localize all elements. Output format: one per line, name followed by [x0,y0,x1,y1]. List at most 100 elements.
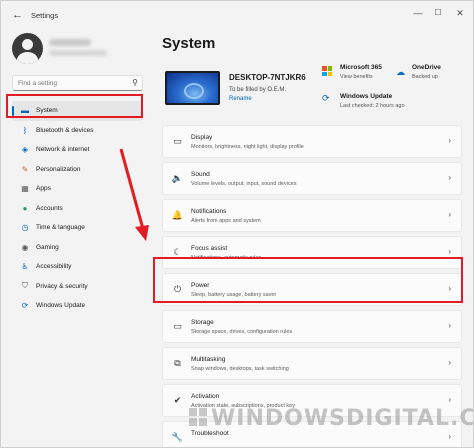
rename-link[interactable]: Rename [229,96,252,102]
sidebar-item-bluetooth-devices[interactable]: ᛒ Bluetooth & devices [12,121,143,141]
card-title: Multitasking [191,356,226,363]
windows-update-icon[interactable]: ⟳ [322,93,330,104]
settings-card-storage[interactable]: ▭ Storage Storage space, drives, configura… [162,310,462,343]
sidebar-item-privacy-security[interactable]: ⛉ Privacy & security [12,277,143,297]
multitask-icon: ⧉ [174,358,181,368]
device-thumbnail [165,71,220,105]
watermark-logo-icon [189,408,207,426]
avatar-head [22,39,33,50]
settings-card-display[interactable]: ▭ Display Monitors, brightness, night ligh… [162,125,462,158]
sidebar-item-label: Apps [36,185,51,193]
device-subtitle: To be filled by O.E.M. [229,87,287,93]
wifi-icon: ◈ [21,145,29,155]
chevron-right-icon: › [448,358,451,367]
ms-square-red [322,66,327,71]
card-title: Sound [191,171,210,178]
sidebar-item-label: Bluetooth & devices [36,126,94,134]
card-subtitle: Volume levels, output, input, sound devi… [191,181,297,187]
red-arrow-annotation [119,148,149,241]
windows-bloom-wallpaper [184,83,204,99]
microsoft-365-icon[interactable] [322,66,332,76]
bell-icon: 🔔 [171,210,184,220]
maximize-button[interactable]: ☐ [429,8,447,17]
minimize-button[interactable]: — [409,8,427,18]
wrench-icon: 🔧 [171,432,184,442]
sidebar-item-label: Personalization [36,165,81,173]
sidebar-item-label: Time & language [36,224,85,232]
ms-square-yellow [327,71,332,76]
person-icon: ● [22,203,28,213]
card-title: Activation [191,393,220,400]
watermark-text: WINDOWSDIGITAL.COM [211,406,473,431]
sidebar-item-label: Gaming [36,243,59,251]
watermark-logo-square-3 [189,418,197,426]
ms-square-blue [322,71,327,76]
title-bar: ← Settings — ☐ ✕ [1,1,473,29]
onedrive-icon[interactable]: ☁ [396,67,405,78]
ms-square-green [327,66,332,71]
device-name: DESKTOP-7NTJKR6 [229,73,306,82]
sidebar-item-label: Accounts [36,204,63,212]
settings-window: ← Settings — ☐ ✕ ⚲ ▬SystemᛒBluetooth & d… [0,0,474,448]
sidebar-item-label: Accessibility [36,263,72,271]
red-arrow-shaft [119,148,145,230]
accessibility-icon: ♿ [21,262,29,272]
ms365-title[interactable]: Microsoft 365 [340,64,382,71]
onedrive-title[interactable]: OneDrive [412,64,441,71]
red-arrow-head [135,225,149,241]
shield-icon: ⛉ [22,281,28,291]
chevron-right-icon: › [448,210,451,219]
sidebar-item-label: Windows Update [36,302,86,310]
check-circle-icon: ✔ [173,395,182,405]
globe-clock-icon: ◷ [21,223,29,233]
speaker-icon: 🔈 [171,173,184,183]
card-subtitle: Alerts from apps and system [191,218,261,224]
sidebar-item-label: Network & internet [36,146,90,154]
card-title: Storage [191,319,214,326]
card-subtitle: Storage space, drives, configuration rul… [191,329,293,335]
card-title: Display [191,134,213,141]
search-icon[interactable]: ⚲ [132,78,138,87]
sidebar-item-label: Privacy & security [36,282,88,290]
blurred-user-name [49,39,91,46]
storage-icon: ▭ [173,321,182,331]
back-arrow-icon[interactable]: ← [12,9,23,21]
chevron-right-icon: › [448,136,451,145]
display-icon: ▭ [173,136,182,146]
update-icon: ⟳ [21,301,29,311]
watermark-logo-square-1 [189,408,197,416]
page-title: System [162,35,216,52]
watermark-logo-square-4 [199,418,207,426]
card-title: Focus assist [191,245,228,252]
bluetooth-icon: ᛒ [22,125,28,135]
blurred-user-email [49,50,107,56]
sidebar-item-accessibility[interactable]: ♿ Accessibility [12,257,143,277]
chevron-right-icon: › [448,395,451,404]
highlight-box-power [153,257,463,303]
chevron-right-icon: › [448,321,451,330]
search-input[interactable] [18,78,126,89]
settings-card-multitasking[interactable]: ⧉ Multitasking Snap windows, desktops, tas… [162,347,462,380]
close-button[interactable]: ✕ [451,8,469,19]
onedrive-sub: Backed up [412,74,438,80]
avatar-body [17,52,38,64]
brush-icon: ✎ [21,164,29,174]
watermark-logo-square-2 [199,408,207,416]
card-title: Notifications [191,208,227,215]
settings-card-sound[interactable]: 🔈 Sound Volume levels, output, input, soun… [162,162,462,195]
card-subtitle: Snap windows, desktops, task switching [191,366,289,372]
chevron-right-icon: › [448,173,451,182]
chevron-right-icon: › [448,432,451,441]
avatar[interactable] [12,33,43,64]
highlight-box-system [6,94,143,118]
settings-card-notifications[interactable]: 🔔 Notifications Alerts from apps and syste… [162,199,462,232]
sidebar-item-windows-update[interactable]: ⟳ Windows Update [12,296,143,316]
windows-update-sub: Last checked: 2 hours ago [340,103,405,109]
search-box[interactable]: ⚲ [12,75,143,91]
apps-icon: ▦ [21,184,29,194]
card-subtitle: Monitors, brightness, night light, displ… [191,144,304,150]
gamepad-icon: ◉ [21,242,29,252]
windows-update-title[interactable]: Windows Update [340,93,392,100]
app-title: Settings [31,11,59,20]
ms365-sub: View benefits [340,74,373,80]
